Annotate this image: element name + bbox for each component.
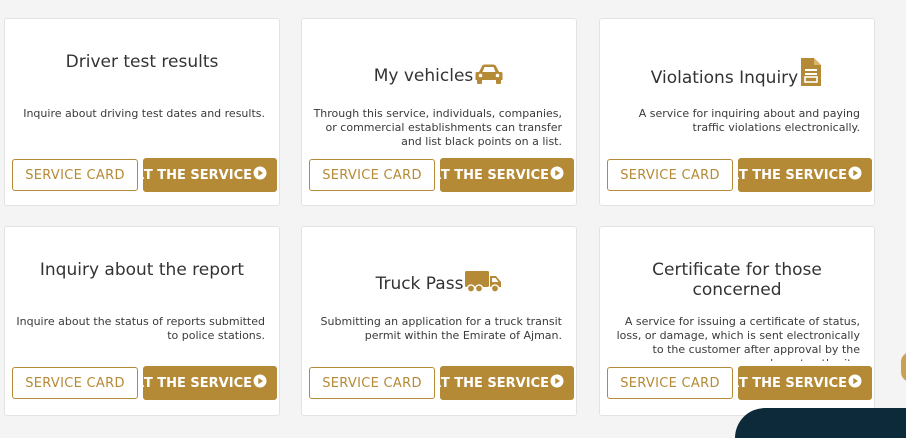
play-circle-icon — [848, 374, 862, 392]
card-description: Inquire about the status of reports subm… — [16, 315, 265, 342]
play-circle-icon — [550, 374, 564, 392]
footer-edge-decoration — [735, 408, 906, 438]
truck-icon — [464, 269, 502, 298]
card-title: Inquiry about the report — [39, 260, 245, 280]
start-service-button[interactable]: ART THE SERVICE — [738, 158, 872, 192]
service-card-button[interactable]: SERVICE CARD — [607, 159, 733, 191]
floating-action-edge[interactable] — [901, 352, 906, 382]
card-description: A service for issuing a certificate of s… — [616, 315, 860, 361]
service-card-driver-test-results: Driver test results Inquire about drivin… — [4, 18, 280, 206]
card-description: Inquire about driving test dates and res… — [23, 107, 265, 120]
service-card-truck-pass: Truck Pass Submitting an application for… — [301, 226, 577, 416]
card-title: Violations Inquiry — [600, 57, 874, 92]
start-service-button[interactable]: ART THE SERVICE — [143, 158, 277, 192]
document-icon — [799, 57, 823, 92]
service-card-inquiry-about-the-report: Inquiry about the report Inquire about t… — [4, 226, 280, 416]
car-icon — [474, 63, 504, 90]
card-title: Driver test results — [65, 52, 219, 72]
card-description: A service for inquiring about and paying… — [638, 107, 860, 134]
play-circle-icon — [253, 166, 267, 184]
start-service-button[interactable]: ART THE SERVICE — [143, 366, 277, 400]
service-card-button[interactable]: SERVICE CARD — [607, 367, 733, 399]
service-card-violations-inquiry: Violations Inquiry A service for inquiri… — [599, 18, 875, 206]
service-card-certificate-for-those-concerned: Certificate for those concerned A servic… — [599, 226, 875, 416]
play-circle-icon — [550, 166, 564, 184]
play-circle-icon — [253, 374, 267, 392]
card-title: Certificate for those concerned — [652, 260, 822, 300]
card-description: Through this service, individuals, compa… — [313, 107, 562, 148]
card-title: Truck Pass — [302, 269, 576, 298]
service-card-button[interactable]: SERVICE CARD — [12, 159, 138, 191]
service-card-button[interactable]: SERVICE CARD — [309, 159, 435, 191]
service-card-button[interactable]: SERVICE CARD — [309, 367, 435, 399]
service-card-button[interactable]: SERVICE CARD — [12, 367, 138, 399]
service-card-my-vehicles: My vehicles Through this service, indivi… — [301, 18, 577, 206]
card-title: My vehicles — [302, 63, 576, 90]
play-circle-icon — [848, 166, 862, 184]
services-panel: Driver test results Inquire about drivin… — [0, 8, 882, 418]
card-description: Submitting an application for a truck tr… — [320, 315, 562, 342]
start-service-button[interactable]: ART THE SERVICE — [738, 366, 872, 400]
start-service-button[interactable]: ART THE SERVICE — [440, 366, 574, 400]
start-service-button[interactable]: ART THE SERVICE — [440, 158, 574, 192]
